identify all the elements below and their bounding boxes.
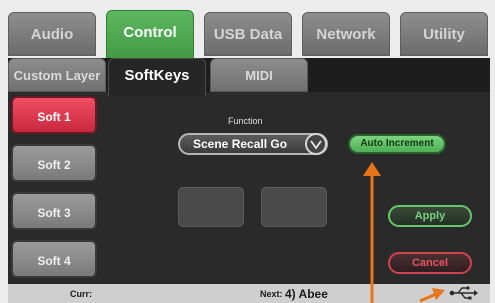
annotation-arrow-usb [419,288,445,303]
apply-button[interactable]: Apply [388,205,472,227]
parameter-box-1 [178,187,244,227]
softkeys-content: Soft 1 Soft 2 Soft 3 Soft 4 Function Sce… [8,92,490,284]
mixer-screen: Audio Control USB Data Network Utility C… [0,0,495,303]
next-scene-value: 4) Abee [285,287,328,301]
subtab-softkeys[interactable]: SoftKeys [108,58,206,96]
tab-control[interactable]: Control [106,10,194,62]
auto-increment-button[interactable]: Auto Increment [348,134,446,154]
control-panel: Custom Layer MIDI Soft 1 Soft 2 Soft 3 S… [8,58,490,284]
function-label: Function [228,116,263,126]
parameter-box-2 [261,187,327,227]
next-scene-label: Next: [260,289,283,299]
top-tab-bar: Audio Control USB Data Network Utility [8,10,490,62]
subtab-custom-layer[interactable]: Custom Layer [8,58,106,92]
usb-icon [449,285,479,301]
current-scene-label: Curr: [70,289,92,299]
tab-network[interactable]: Network [302,12,390,56]
softkey-3-button[interactable]: Soft 3 [11,192,97,230]
softkey-1-button[interactable]: Soft 1 [11,96,97,134]
annotation-arrow-auto-increment [363,162,381,303]
function-select[interactable]: Scene Recall Go [178,133,328,155]
tab-utility[interactable]: Utility [400,12,488,56]
function-value: Scene Recall Go [193,137,288,151]
subtab-midi[interactable]: MIDI [210,58,308,92]
softkey-4-button[interactable]: Soft 4 [11,240,97,278]
softkey-2-button[interactable]: Soft 2 [11,144,97,182]
tab-usb-data[interactable]: USB Data [204,12,292,56]
cancel-button[interactable]: Cancel [388,252,472,274]
tab-audio[interactable]: Audio [8,12,96,56]
chevron-down-icon[interactable] [305,133,327,155]
